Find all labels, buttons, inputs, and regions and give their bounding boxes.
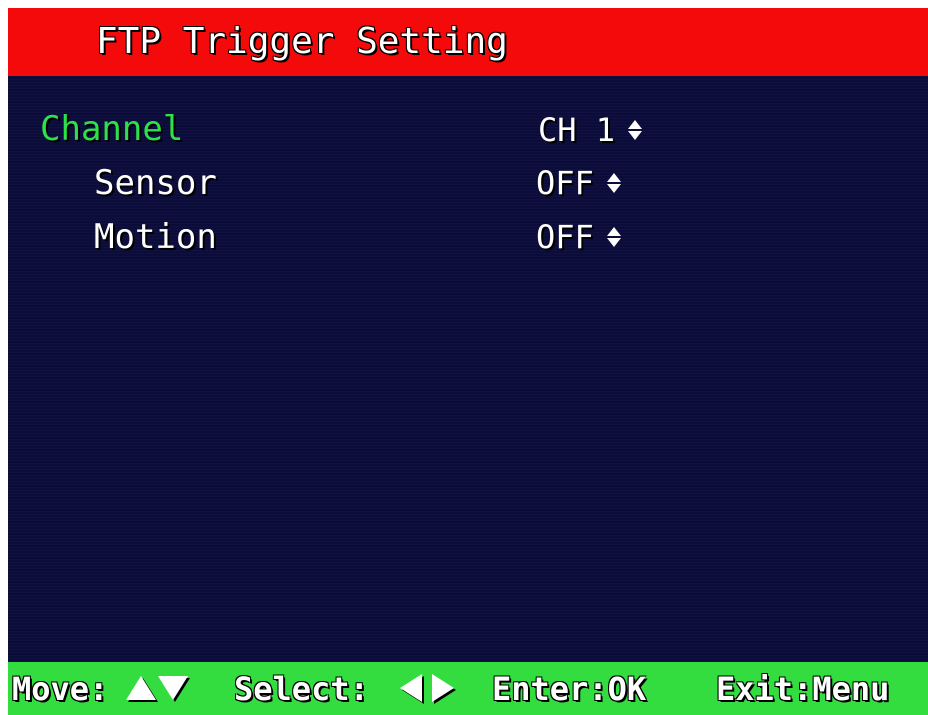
footer-enter-label: Enter:OK <box>492 670 647 708</box>
channel-value: CH 1 <box>538 111 616 149</box>
sensor-value: OFF <box>536 164 594 202</box>
title-bar: FTP Trigger Setting <box>8 8 928 76</box>
menu-panel: Channel CH 1 Sensor OFF Motion OFF <box>8 76 928 662</box>
motion-value-selector[interactable]: OFF <box>536 218 622 256</box>
right-triangle-icon <box>432 674 454 702</box>
sensor-value-selector[interactable]: OFF <box>536 164 622 202</box>
up-down-arrows-icon <box>606 172 622 194</box>
left-triangle-icon <box>400 674 422 702</box>
up-down-arrows-icon <box>606 226 622 248</box>
footer-help-bar: Move: Select: Enter:OK Exit:Menu <box>8 662 928 715</box>
footer-move-label: Move: <box>12 670 109 708</box>
motion-value: OFF <box>536 218 594 256</box>
channel-value-selector[interactable]: CH 1 <box>538 111 643 149</box>
up-down-arrows-icon <box>627 119 643 141</box>
footer-exit-label: Exit:Menu <box>716 670 890 708</box>
menu-item-sensor-label[interactable]: Sensor <box>94 164 217 202</box>
dvr-screen: FTP Trigger Setting Channel CH 1 Sensor … <box>0 0 928 715</box>
menu-item-motion-label[interactable]: Motion <box>94 218 217 256</box>
page-title: FTP Trigger Setting <box>96 21 508 62</box>
menu-item-channel-label[interactable]: Channel <box>40 110 183 148</box>
up-triangle-icon <box>126 676 156 700</box>
down-triangle-icon <box>158 676 188 700</box>
footer-select-label: Select: <box>234 670 369 708</box>
